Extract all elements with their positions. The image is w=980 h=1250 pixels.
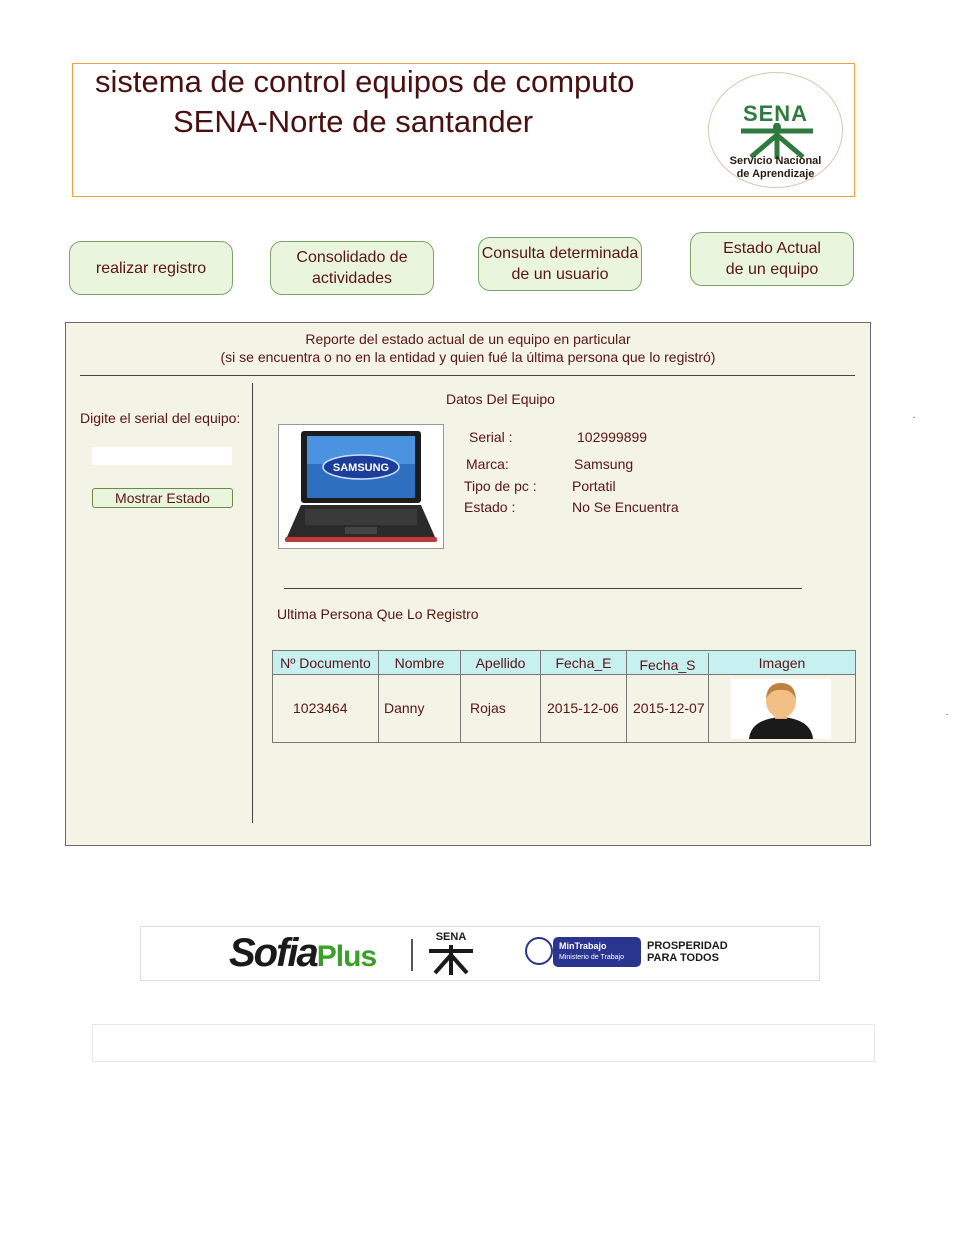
estado-equipo-button[interactable]: Estado Actual de un equipo — [690, 232, 854, 286]
app-title: sistema de control equipos de computo — [95, 64, 635, 99]
table-header: Nº Documento Nombre Apellido Fecha_E Fec… — [273, 651, 855, 677]
stray-mark — [913, 417, 915, 418]
col-header-fecha-e: Fecha_E — [541, 651, 627, 675]
laptop-image: SAMSUNG — [278, 424, 444, 549]
laptop-brand-label: SAMSUNG — [333, 462, 389, 474]
marca-label: Marca: — [466, 456, 509, 472]
serial-label: Serial : — [469, 429, 513, 445]
tipo-pc-label: Tipo de pc : — [464, 478, 537, 494]
mintrabajo-logo: MinTrabajo Ministerio de Trabajo — [553, 937, 641, 967]
mintrabajo-title: MinTrabajo — [559, 941, 607, 951]
serial-prompt-label: Digite el serial del equipo: — [80, 410, 241, 426]
prosperidad-line1: PROSPERIDAD — [647, 940, 728, 952]
sofia-text: Sofia — [229, 931, 319, 975]
col-header-nombre: Nombre — [379, 651, 461, 675]
tipo-pc-value: Portatil — [572, 478, 616, 494]
sofia-plus-logo: SofiaPlus — [229, 931, 377, 976]
empty-bar — [92, 1024, 875, 1062]
table-cell-fecha-s: 2015-12-07 — [627, 675, 709, 742]
divider — [284, 588, 802, 589]
divider — [411, 939, 413, 971]
app-subtitle: SENA-Norte de santander — [173, 104, 534, 139]
report-panel: Reporte del estado actual de un equipo e… — [65, 322, 871, 846]
logo-subtitle: Servicio Nacional — [729, 155, 822, 167]
sena-small-text: SENA — [435, 931, 467, 943]
prosperidad-logo: PROSPERIDAD PARA TODOS — [647, 940, 728, 964]
sena-logo-icon: SENA Servicio Nacional de Aprendizaje — [708, 72, 843, 188]
footer-logos: SofiaPlus SENA MinTrabajo Ministerio de … — [140, 926, 820, 981]
plus-text: Plus — [316, 940, 377, 973]
estado-value: No Se Encuentra — [572, 499, 679, 515]
prosperidad-line2: PARA TODOS — [647, 952, 719, 964]
consulta-usuario-button[interactable]: Consulta determinada de un usuario — [478, 237, 642, 291]
ultima-persona-title: Ultima Persona Que Lo Registro — [277, 606, 479, 622]
registro-table: Nº Documento Nombre Apellido Fecha_E Fec… — [272, 650, 856, 743]
table-cell-apellido: Rojas — [461, 675, 541, 742]
user-avatar-icon — [731, 679, 831, 739]
table-cell-nombre: Danny — [379, 675, 461, 742]
consolidado-actividades-button[interactable]: Consolidado de actividades — [270, 241, 434, 295]
sena-emblem-icon — [741, 123, 813, 159]
col-header-fecha-s: Fecha_S — [627, 653, 709, 677]
stray-mark — [946, 714, 948, 715]
datos-equipo-title: Datos Del Equipo — [446, 391, 555, 407]
laptop-icon: SAMSUNG — [285, 431, 437, 542]
mintrabajo-subtitle: Ministerio de Trabajo — [559, 954, 624, 961]
serial-value: 102999899 — [577, 429, 648, 445]
realizar-registro-button[interactable]: realizar registro — [69, 241, 233, 295]
serial-input[interactable] — [92, 447, 232, 465]
table-cell-documento: 1023464 — [273, 675, 379, 742]
sena-small-logo: SENA — [423, 931, 479, 977]
divider — [252, 383, 253, 823]
col-header-documento: Nº Documento — [273, 651, 379, 675]
estado-label: Estado : — [464, 499, 516, 515]
escudo-icon — [525, 937, 553, 965]
mostrar-estado-button[interactable]: Mostrar Estado — [92, 488, 233, 508]
report-description: (si se encuentra o no en la entidad y qu… — [220, 349, 716, 365]
report-title: Reporte del estado actual de un equipo e… — [305, 331, 631, 347]
divider — [80, 375, 855, 376]
col-header-imagen: Imagen — [758, 655, 806, 671]
logo-subtitle: de Aprendizaje — [736, 168, 815, 180]
page-header: sistema de control equipos de computo SE… — [72, 63, 855, 197]
col-header-apellido: Apellido — [461, 651, 541, 675]
marca-value: Samsung — [574, 456, 634, 472]
table-cell-fecha-e: 2015-12-06 — [541, 675, 627, 742]
sena-emblem-icon — [429, 945, 473, 975]
